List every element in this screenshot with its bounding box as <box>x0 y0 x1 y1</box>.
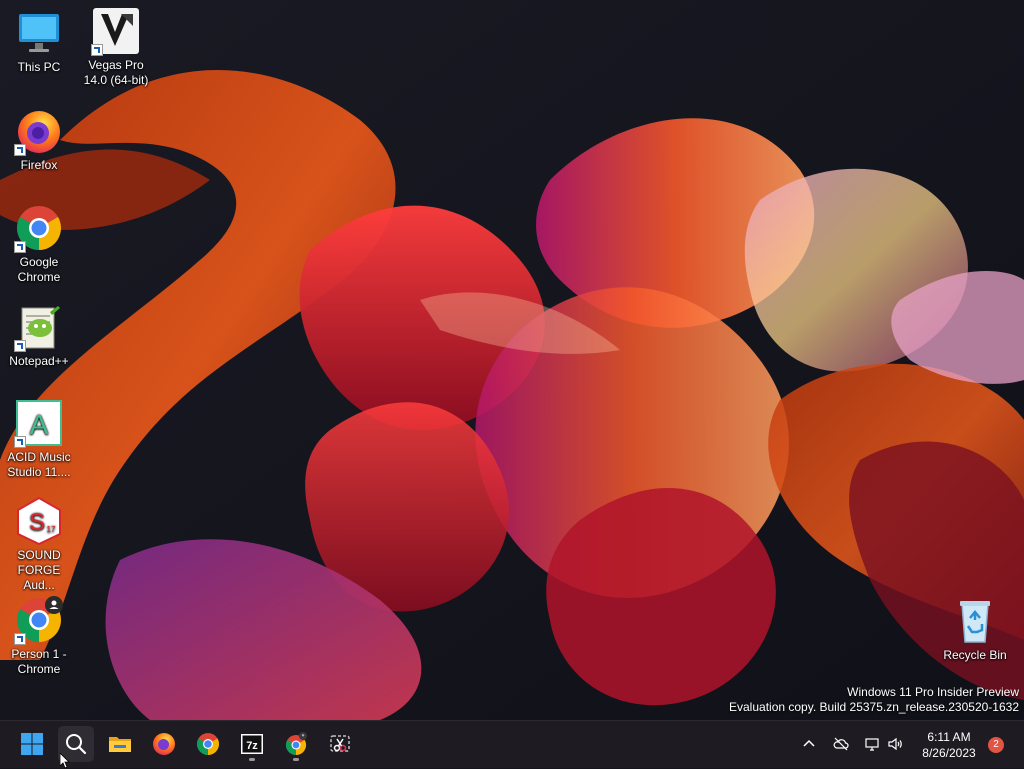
recycle-bin-icon <box>950 596 1000 646</box>
vegas-pro-icon <box>91 6 141 56</box>
volume-icon <box>888 737 902 751</box>
svg-text:A: A <box>30 409 49 440</box>
taskbar-snipping-tool-button[interactable] <box>322 726 358 762</box>
desktop-wallpaper <box>0 0 1024 720</box>
shortcut-arrow-icon <box>91 44 103 56</box>
clock-time: 6:11 AM <box>927 730 971 744</box>
monitor-icon <box>14 8 64 58</box>
desktop-icon-person1-chrome[interactable]: Person 1 - Chrome <box>1 595 77 677</box>
chrome-icon <box>14 203 64 253</box>
desktop-icon-firefox[interactable]: Firefox <box>1 106 77 173</box>
taskbar-clock[interactable]: 6:11 AM 8/26/2023 <box>912 729 986 761</box>
svg-text:17: 17 <box>47 525 56 534</box>
desktop-icon-google-chrome[interactable]: Google Chrome <box>1 203 77 285</box>
notification-badge[interactable]: 2 <box>988 737 1004 753</box>
onedrive-tray-button[interactable] <box>830 733 852 755</box>
chevron-up-icon <box>803 739 815 747</box>
notepad-plus-plus-icon <box>14 302 64 352</box>
desktop-icon-label: Recycle Bin <box>943 648 1007 662</box>
firefox-icon <box>153 733 175 755</box>
snipping-tool-icon <box>330 735 350 752</box>
desktop-icon-label: Firefox <box>20 158 58 172</box>
desktop-icon-label: Vegas Pro 14.0 (64-bit) <box>83 58 149 87</box>
shortcut-arrow-icon <box>14 340 26 352</box>
desktop-icon-notepad-plus-plus[interactable]: Notepad++ <box>1 302 77 369</box>
desktop-icon-acid-music-studio[interactable]: A ACID Music Studio 11.... <box>1 398 77 480</box>
shortcut-arrow-icon <box>14 241 26 253</box>
desktop-icon-label: This PC <box>17 60 61 74</box>
windows-logo-icon <box>21 733 43 755</box>
sound-forge-icon: S 17 <box>14 496 64 546</box>
acid-music-studio-icon: A <box>14 398 64 448</box>
cloud-offline-icon <box>833 737 849 751</box>
taskbar: 7z 6:11 AM 8/26/2023 2 <box>0 720 1024 768</box>
taskbar-firefox-button[interactable] <box>146 726 182 762</box>
firefox-icon <box>14 106 64 156</box>
svg-text:7z: 7z <box>246 740 258 752</box>
desktop-icon-label: Notepad++ <box>9 354 69 368</box>
network-icon <box>865 738 879 751</box>
desktop-icon-label: ACID Music Studio 11.... <box>7 450 71 479</box>
show-hidden-icons-button[interactable] <box>798 733 820 755</box>
chrome-profile-icon <box>14 595 64 645</box>
chrome-profile-icon <box>285 732 307 756</box>
desktop-icon-label: Google Chrome <box>17 255 61 284</box>
svg-text:S: S <box>29 509 45 536</box>
windows-watermark: Windows 11 Pro Insider Preview Evaluatio… <box>729 685 1019 715</box>
watermark-edition: Windows 11 Pro Insider Preview <box>847 685 1019 699</box>
desktop-icon-recycle-bin[interactable]: Recycle Bin <box>937 596 1013 663</box>
desktop-icon-vegas-pro[interactable]: Vegas Pro 14.0 (64-bit) <box>78 6 154 88</box>
running-indicator <box>293 758 299 761</box>
clock-date: 8/26/2023 <box>922 746 976 760</box>
folder-icon <box>109 737 131 752</box>
desktop-icon-this-pc[interactable]: This PC <box>1 8 77 75</box>
shortcut-arrow-icon <box>14 436 26 448</box>
7zip-icon: 7z <box>241 734 263 754</box>
network-tray-button[interactable] <box>861 733 883 755</box>
taskbar-7zip-button[interactable]: 7z <box>234 726 270 762</box>
volume-tray-button[interactable] <box>884 733 906 755</box>
running-indicator <box>249 758 255 761</box>
taskbar-chrome-button[interactable] <box>190 726 226 762</box>
watermark-build: Evaluation copy. Build 25375.zn_release.… <box>729 700 1019 714</box>
desktop-icon-sound-forge[interactable]: S 17 SOUND FORGE Aud... <box>1 496 77 593</box>
chrome-icon <box>197 733 219 755</box>
file-explorer-button[interactable] <box>102 726 138 762</box>
start-button[interactable] <box>14 726 50 762</box>
taskbar-chrome-profile-button[interactable] <box>278 726 314 762</box>
desktop-icon-label: SOUND FORGE Aud... <box>17 548 61 592</box>
shortcut-arrow-icon <box>14 144 26 156</box>
shortcut-arrow-icon <box>14 633 26 645</box>
desktop-icon-label: Person 1 - Chrome <box>11 647 67 676</box>
mouse-cursor-icon <box>60 753 70 769</box>
